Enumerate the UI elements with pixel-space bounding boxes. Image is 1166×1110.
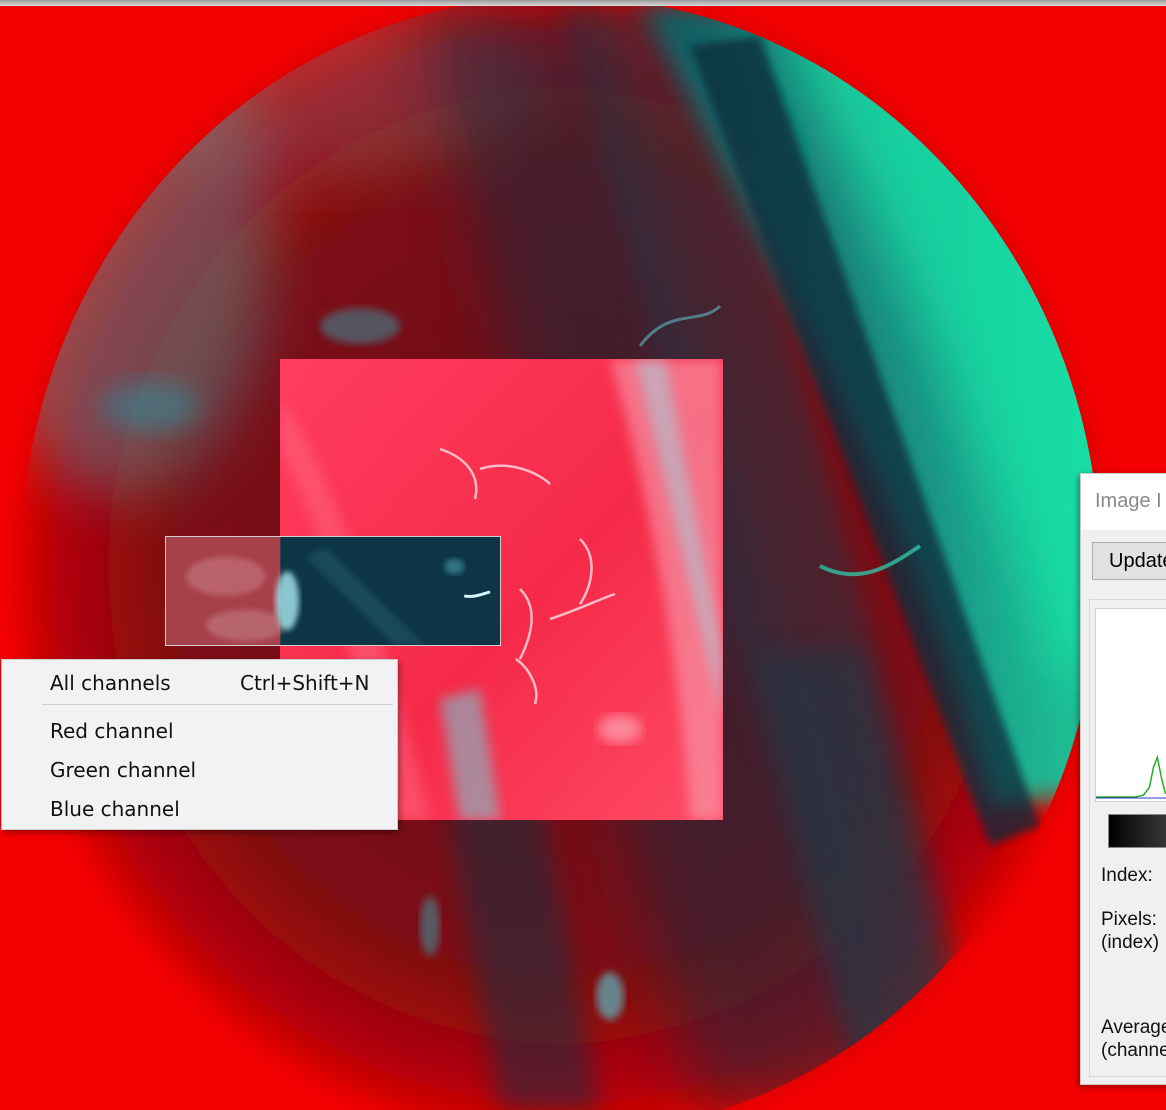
dialog-title-bar[interactable]: Image I [1081, 474, 1166, 530]
menu-item-green-channel[interactable]: Green channel [2, 751, 397, 789]
pixels-label: Pixels: [1101, 909, 1157, 930]
histogram-curve [1096, 754, 1166, 799]
menu-item-shortcut: Ctrl+Shift+N [240, 671, 370, 695]
menu-item-label: Green channel [50, 758, 197, 782]
update-button[interactable]: Update [1092, 542, 1166, 580]
histogram-plot[interactable] [1095, 608, 1166, 802]
menu-item-blue-channel[interactable]: Blue channel [2, 790, 397, 828]
menu-item-label: Red channel [50, 719, 174, 743]
thumbnail-preview-image [165, 536, 501, 646]
dialog-title: Image I [1095, 490, 1162, 512]
menu-item-red-channel[interactable]: Red channel [2, 712, 397, 750]
channel-context-menu: All channels Ctrl+Shift+N Red channel Gr… [1, 659, 398, 830]
index-label: Index: [1101, 865, 1153, 886]
intensity-gradient-bar [1108, 814, 1166, 848]
menu-item-label: All channels [50, 671, 171, 695]
menu-item-label: Blue channel [50, 797, 180, 821]
image-viewport[interactable] [0, 6, 1166, 1110]
menu-separator [42, 704, 393, 705]
image-histogram-dialog: Image I Update Index: Pixels: (index) Av… [1080, 473, 1166, 1085]
pixels-sublabel: (index) [1101, 932, 1160, 953]
average-sublabel: (channe [1101, 1040, 1166, 1061]
average-label: Average [1101, 1017, 1166, 1038]
menu-item-all-channels[interactable]: All channels Ctrl+Shift+N [2, 664, 397, 702]
